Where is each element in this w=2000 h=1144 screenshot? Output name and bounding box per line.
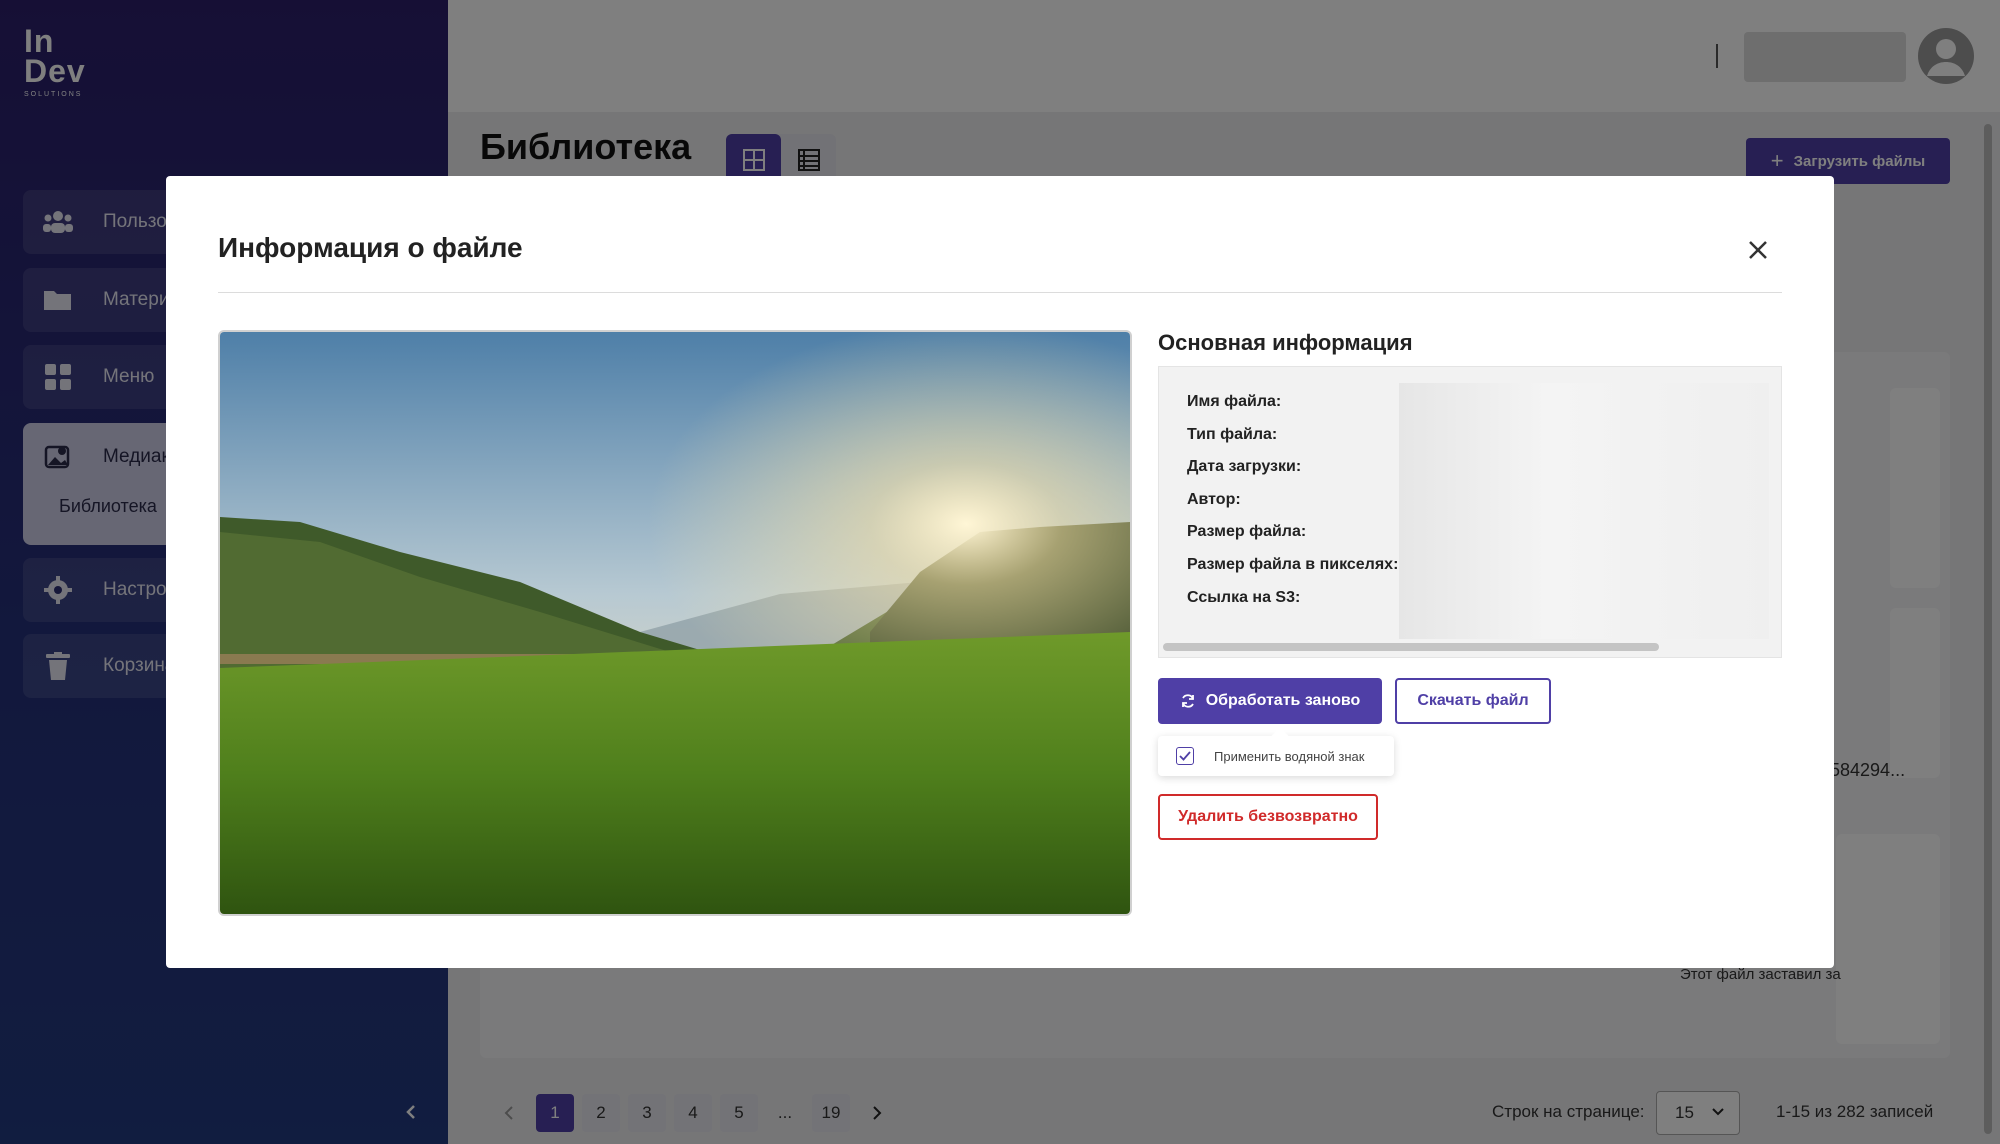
info-label-filesize: Размер файла: <box>1187 523 1307 541</box>
watermark-option[interactable]: Применить водяной знак <box>1158 727 1394 776</box>
info-table: Имя файла: Тип файла: Дата загрузки: Авт… <box>1158 366 1782 658</box>
file-info-modal: Информация о файле Основная информация И… <box>166 176 1834 968</box>
download-button[interactable]: Скачать файл <box>1395 678 1551 724</box>
delete-permanently-button[interactable]: Удалить безвозвратно <box>1158 794 1378 840</box>
tooltip-arrow <box>1271 727 1289 745</box>
info-label-s3-link: Ссылка на S3: <box>1187 588 1301 606</box>
info-section-title: Основная информация <box>1158 330 1413 355</box>
modal-divider <box>218 292 1782 293</box>
check-icon <box>1179 751 1191 761</box>
reprocess-label: Обработать заново <box>1205 692 1361 709</box>
info-values-blurred <box>1399 383 1769 639</box>
info-label-filetype: Тип файла: <box>1187 425 1278 443</box>
info-label-filename: Имя файла: <box>1187 393 1282 410</box>
close-button[interactable] <box>1742 234 1774 266</box>
watermark-label: Применить водяной знак <box>1214 748 1365 764</box>
close-icon <box>1749 241 1767 259</box>
info-table-scrollbar[interactable] <box>1163 643 1659 651</box>
info-label-author: Автор: <box>1187 490 1241 508</box>
info-labels: Имя файла: Тип файла: Дата загрузки: Авт… <box>1187 393 1398 621</box>
reprocess-button[interactable]: Обработать заново <box>1158 678 1382 724</box>
modal-title: Информация о файле <box>218 232 523 263</box>
watermark-checkbox[interactable] <box>1176 747 1194 765</box>
info-label-pixel-size: Размер файла в пикселях: <box>1187 555 1399 573</box>
refresh-icon <box>1180 693 1196 709</box>
image-preview <box>218 330 1132 916</box>
info-label-upload-date: Дата загрузки: <box>1187 458 1302 476</box>
